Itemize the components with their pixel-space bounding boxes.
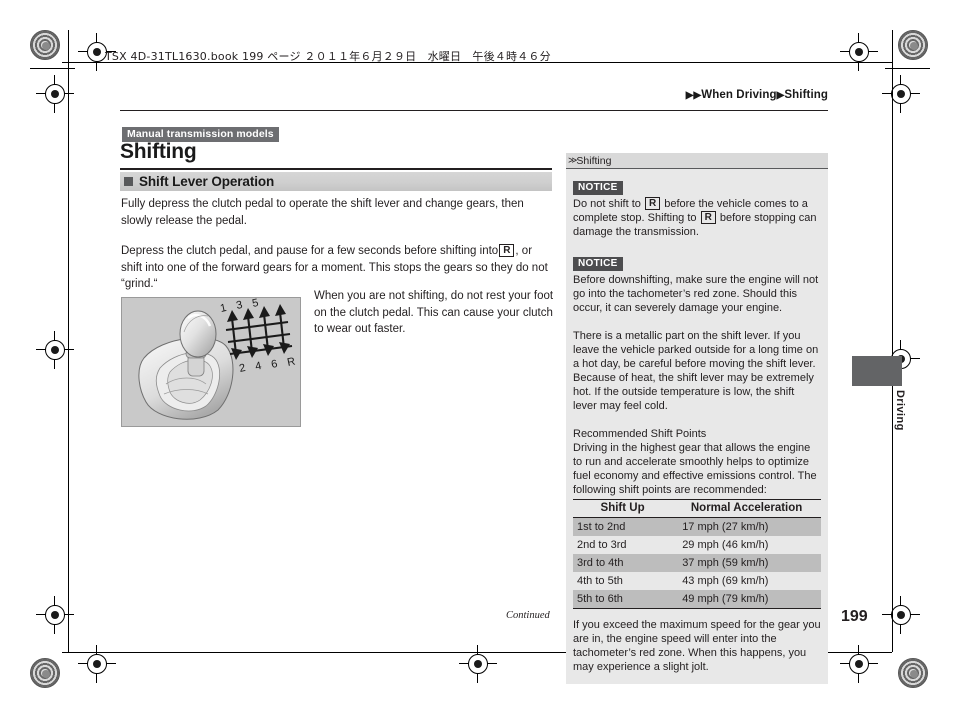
notice-badge-1: NOTICE (573, 181, 623, 195)
title-rule (120, 168, 552, 170)
square-bullet-icon (124, 177, 133, 186)
cell-speed: 29 mph (46 km/h) (682, 539, 769, 551)
cell-shift-up: 4th to 5th (577, 575, 623, 587)
figure-side-paragraph: When you are not shifting, do not rest y… (314, 290, 554, 335)
registration-target-bottom-left (30, 658, 60, 688)
registration-cross-tr-a (840, 33, 878, 71)
closing-paragraph: If you exceed the maximum speed for the … (573, 619, 821, 673)
table-row: 5th to 6th 49 mph (79 km/h) (573, 590, 821, 609)
header-rule (120, 110, 828, 111)
cell-speed: 49 mph (79 km/h) (672, 590, 821, 609)
notice-1-a: Do not shift to (573, 198, 641, 210)
double-chevron-icon: ≫ (568, 155, 578, 165)
cell-shift-up: 2nd to 3rd (577, 539, 627, 551)
trim-line-left (68, 62, 69, 652)
page-number: 199 (841, 608, 868, 625)
body-paragraph-1: Fully depress the clutch pedal to operat… (121, 198, 524, 227)
sidebar-header-title: Shifting (576, 154, 612, 167)
svg-text:6: 6 (270, 358, 278, 371)
chevron-double-right-icon: ▶▶ (685, 90, 702, 101)
shift-points-table: Shift Up Normal Acceleration 1st to 2nd … (573, 499, 821, 609)
gear-badge-r: R (499, 244, 515, 257)
table-col-shift-up: Shift Up (573, 499, 673, 518)
notice-1-text: Do not shift to R before the vehicle com… (573, 197, 821, 239)
sidebar-body: NOTICE Do not shift to R before the vehi… (566, 169, 828, 684)
page-title: Shifting (120, 140, 197, 163)
shift-lever-drawing: 1 3 5 2 4 6 R (138, 298, 296, 420)
registration-cross-br-a (882, 596, 920, 634)
svg-text:1: 1 (219, 302, 227, 315)
notice-block-1: NOTICE Do not shift to R before the vehi… (573, 177, 821, 239)
cell-speed: 43 mph (69 km/h) (682, 575, 769, 587)
section-header: Shift Lever Operation (120, 172, 552, 191)
table-row: 1st to 2nd 17 mph (27 km/h) (573, 517, 821, 536)
thumb-index-tab (852, 356, 902, 386)
running-head-section: When Driving (701, 89, 777, 101)
registration-target-top-left (30, 30, 60, 60)
notice-2-text: Before downshifting, make sure the engin… (573, 274, 819, 314)
notice-badge-2: NOTICE (573, 257, 623, 271)
cell-shift-up: 5th to 6th (573, 590, 673, 609)
shift-lever-illustration: 1 3 5 2 4 6 R (121, 297, 301, 427)
cell-shift-up: 1st to 2nd (573, 517, 673, 536)
running-head: ▶▶When Driving▶Shifting (686, 89, 828, 101)
registration-cross-br-b (840, 645, 878, 683)
body-paragraph-2: Depress the clutch pedal, and pause for … (121, 243, 555, 293)
paragraph-2-part-a: Depress the clutch pedal, and pause for … (121, 245, 499, 257)
registration-cross-bl-b (78, 645, 116, 683)
book-file-line: TSX 4D-31TL1630.book 199 ページ ２０１１年６月２９日 … (105, 48, 551, 64)
notice-1-c: Shifting to (647, 212, 697, 224)
thumb-index-label: Driving (894, 390, 906, 431)
continued-label: Continued (506, 610, 550, 621)
registration-cross-tr-b (882, 75, 920, 113)
metallic-part-paragraph: There is a metallic part on the shift le… (573, 330, 819, 412)
table-header-row: Shift Up Normal Acceleration (573, 499, 821, 518)
svg-text:4: 4 (254, 360, 262, 373)
sidebar-panel: ≫ Shifting NOTICE Do not shift to R befo… (566, 153, 828, 684)
table-row: 4th to 5th 43 mph (69 km/h) (573, 572, 821, 590)
notice-block-2: NOTICE Before downshifting, make sure th… (573, 253, 821, 315)
gear-badge-r-notice-1: R (644, 197, 661, 210)
gear-badge-r-notice-2: R (700, 211, 716, 224)
table-row: 2nd to 3rd 29 mph (46 km/h) (573, 536, 821, 554)
registration-cross-bottom-center (459, 645, 497, 683)
recommended-shift-points-body: Driving in the highest gear that allows … (573, 442, 817, 496)
svg-text:R: R (286, 356, 296, 369)
cell-shift-up: 3rd to 4th (573, 554, 673, 572)
book-file-text: TSX 4D-31TL1630.book 199 ページ ２０１１年６月２９日 … (105, 50, 551, 63)
section-title: Shift Lever Operation (139, 174, 275, 189)
svg-text:3: 3 (235, 299, 243, 312)
registration-target-top-right (898, 30, 928, 60)
recommended-shift-points-title: Recommended Shift Points (573, 428, 707, 440)
table-row: 3rd to 4th 37 mph (59 km/h) (573, 554, 821, 572)
svg-text:5: 5 (251, 298, 259, 310)
cell-speed: 17 mph (27 km/h) (672, 517, 821, 536)
table-col-normal-accel: Normal Acceleration (672, 499, 821, 518)
registration-target-bottom-right (898, 658, 928, 688)
sidebar-header: ≫ Shifting (566, 153, 828, 169)
manual-page: TSX 4D-31TL1630.book 199 ページ ２０１１年６月２９日 … (0, 0, 954, 718)
svg-text:2: 2 (238, 362, 246, 375)
cell-speed: 37 mph (59 km/h) (672, 554, 821, 572)
running-head-topic: Shifting (784, 89, 828, 101)
